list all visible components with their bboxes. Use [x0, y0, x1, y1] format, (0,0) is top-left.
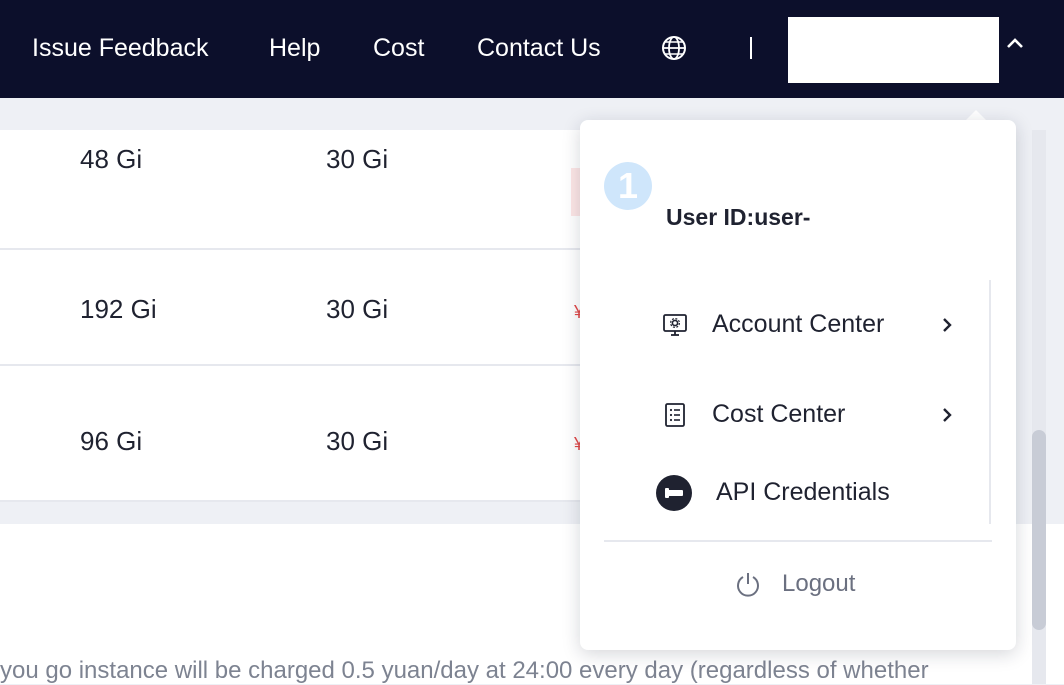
chevron-right-icon [943, 318, 952, 332]
table-row: 192 Gi 30 Gi ¥ [0, 250, 640, 366]
user-id-label: User ID:user- [666, 204, 811, 230]
disk-cell: 30 Gi [326, 426, 389, 456]
menu-item-label: API Credentials [716, 478, 890, 506]
chevron-right-icon [943, 408, 952, 422]
menu-item-label: Cost Center [712, 400, 846, 428]
globe-icon[interactable] [660, 34, 688, 62]
table-row: 96 Gi 30 Gi ¥ [0, 366, 640, 502]
memory-cell: 96 Gi [80, 426, 143, 456]
scrollbar-thumb[interactable] [1032, 430, 1046, 630]
menu-item-cost-center[interactable]: Cost Center [650, 390, 970, 440]
logout-button[interactable]: Logout [734, 566, 874, 606]
disk-cell: 30 Gi [326, 294, 389, 324]
monitor-settings-icon [663, 314, 687, 336]
user-badge: 1 [604, 162, 652, 210]
chevron-up-icon[interactable] [1006, 36, 1024, 50]
memory-cell: 48 Gi [80, 144, 143, 174]
top-nav-bar: Issue Feedback Help Cost Contact Us [0, 0, 1064, 98]
logout-label: Logout [782, 570, 856, 597]
instance-table: 48 Gi 30 Gi 192 Gi 30 Gi ¥ 96 Gi 30 Gi ¥ [0, 130, 640, 502]
table-row: 48 Gi 30 Gi [0, 130, 640, 250]
disk-cell: 30 Gi [326, 144, 389, 174]
menu-item-account-center[interactable]: Account Center [650, 300, 970, 350]
power-icon [737, 573, 759, 597]
memory-cell: 192 Gi [80, 294, 157, 324]
nav-separator [750, 37, 752, 59]
nav-issue-feedback[interactable]: Issue Feedback [32, 32, 209, 64]
menu-item-label: Account Center [712, 310, 885, 338]
menu-item-api-credentials[interactable]: API Credentials [650, 468, 970, 518]
user-dropdown-menu: 1 User ID:user- Account Center Cost Cent… [580, 120, 1016, 650]
billing-note: you go instance will be charged 0.5 yuan… [0, 657, 929, 684]
nav-cost[interactable]: Cost [373, 32, 424, 64]
nav-contact-us[interactable]: Contact Us [477, 32, 601, 64]
key-icon [656, 475, 692, 511]
nav-help[interactable]: Help [269, 32, 320, 64]
menu-divider [604, 540, 992, 542]
menu-scroll-rail [989, 280, 991, 524]
user-avatar-box[interactable] [788, 17, 999, 83]
list-document-icon [665, 403, 685, 427]
